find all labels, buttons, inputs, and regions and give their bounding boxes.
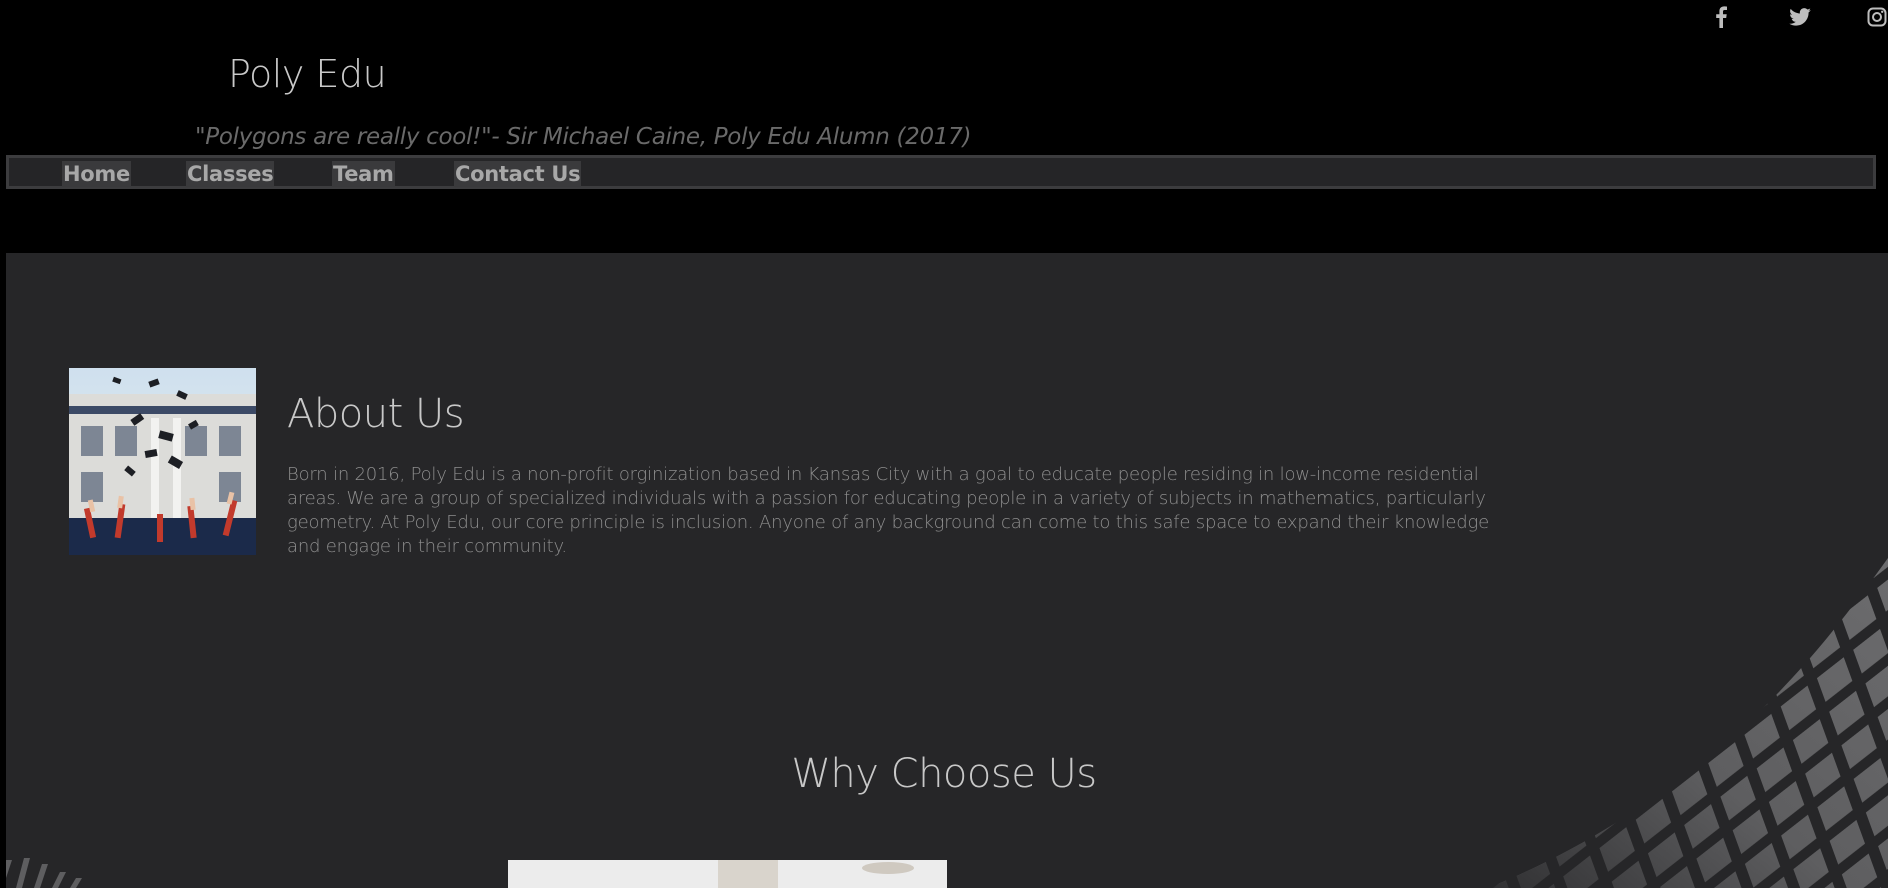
about-image-graduation bbox=[69, 368, 256, 555]
nav-item-team[interactable]: Team bbox=[332, 161, 395, 187]
content-section: About Us Born in 2016, Poly Edu is a non… bbox=[6, 253, 1888, 888]
twitter-icon[interactable] bbox=[1789, 6, 1811, 28]
instagram-icon[interactable] bbox=[1866, 6, 1888, 28]
nav-item-contact-us[interactable]: Contact Us bbox=[454, 161, 582, 187]
social-links bbox=[1668, 6, 1888, 30]
decorative-stripes bbox=[6, 858, 82, 888]
site-title: Poly Edu bbox=[228, 52, 387, 96]
main-nav: Home Classes Team Contact Us bbox=[6, 155, 1876, 189]
about-text: Born in 2016, Poly Edu is a non-profit o… bbox=[287, 464, 1489, 557]
why-heading: Why Choose Us bbox=[791, 751, 1097, 797]
header-quote: "Polygons are really cool!"- Sir Michael… bbox=[195, 124, 972, 150]
nav-item-classes[interactable]: Classes bbox=[186, 161, 275, 187]
page: Poly Edu "Polygons are really cool!"- Si… bbox=[0, 0, 1888, 888]
why-image bbox=[508, 860, 947, 888]
about-heading: About Us bbox=[287, 391, 465, 437]
nav-item-home[interactable]: Home bbox=[62, 161, 131, 187]
facebook-icon[interactable] bbox=[1710, 6, 1732, 28]
